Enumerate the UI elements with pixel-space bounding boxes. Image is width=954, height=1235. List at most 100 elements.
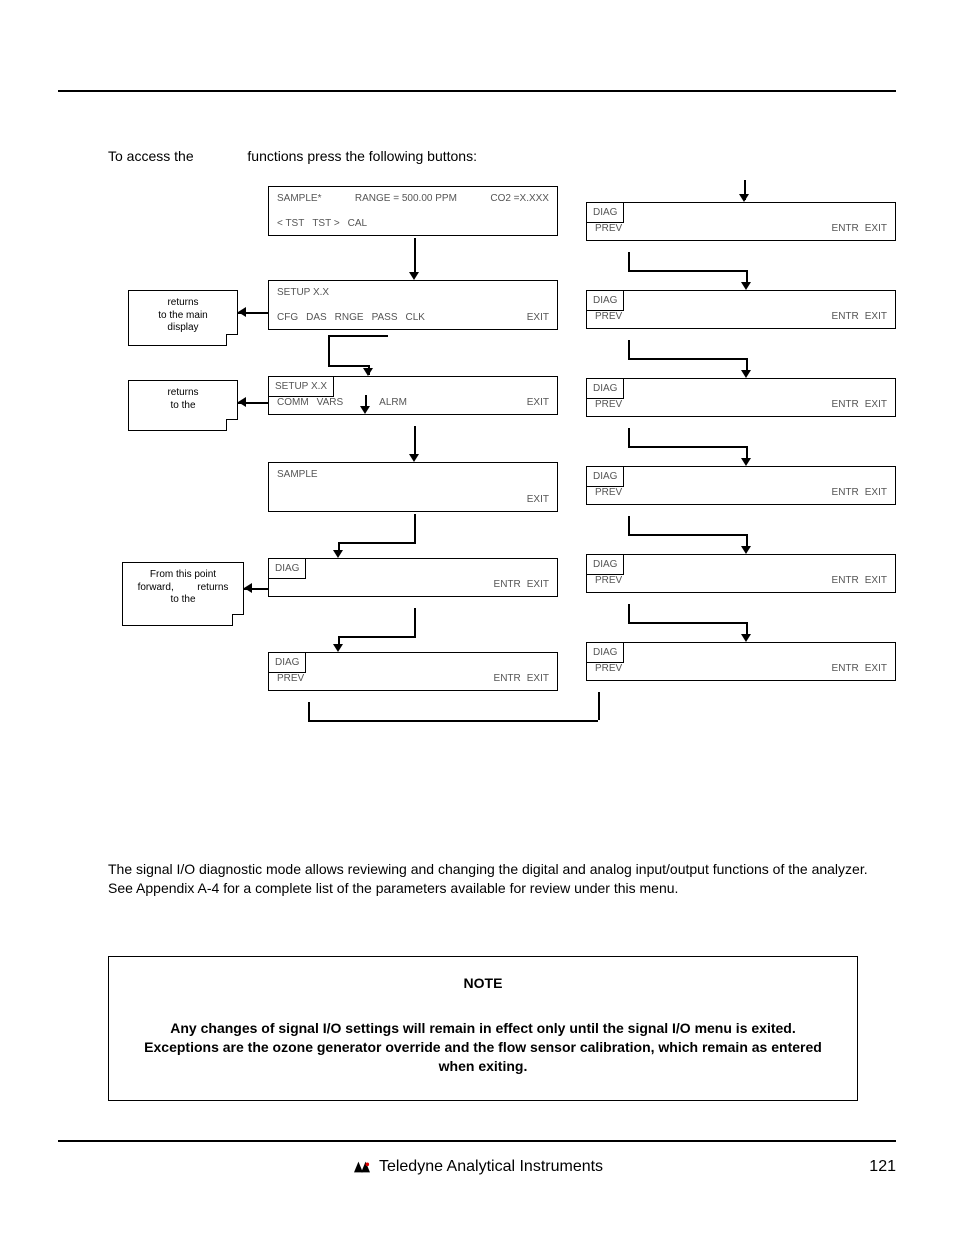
r3-title: DIAG xyxy=(593,383,617,394)
arrow-line xyxy=(628,428,630,446)
callout-from-this-point: From this point forward, returns to the xyxy=(122,562,244,626)
r6-exit: EXIT xyxy=(865,663,887,674)
arrow-line xyxy=(628,340,630,358)
s3-b1: COMM xyxy=(277,397,309,408)
arrow-line xyxy=(628,516,630,534)
arrow-line xyxy=(628,534,748,536)
c3-l2b: returns xyxy=(197,582,228,593)
note-box: NOTE Any changes of signal I/O settings … xyxy=(108,956,858,1101)
s2-exit: EXIT xyxy=(527,312,549,323)
s1-title: SAMPLE* xyxy=(277,193,321,204)
arrow-line xyxy=(628,358,748,360)
r3-entr: ENTR xyxy=(832,399,859,410)
r6-entr: ENTR xyxy=(832,663,859,674)
arrow-down-icon xyxy=(333,550,343,558)
arrow-line xyxy=(414,608,416,638)
arrow-down-icon xyxy=(741,282,751,290)
intro-after: functions press the following buttons: xyxy=(247,148,477,164)
s3-b2: VARS xyxy=(317,397,344,408)
screen-diag-r3: DIAG PREV ENTR EXIT xyxy=(586,378,896,417)
s1-mid: RANGE = 500.00 PPM xyxy=(355,193,457,204)
screen-sample: SAMPLE* RANGE = 500.00 PPM CO2 =X.XXX < … xyxy=(268,186,558,236)
arrow-line xyxy=(628,252,630,270)
intro-text: To access the functions press the follow… xyxy=(108,148,477,164)
arrow-down-icon xyxy=(363,368,373,376)
arrow-down-icon xyxy=(409,272,419,280)
r5-title: DIAG xyxy=(593,559,617,570)
r4-entr: ENTR xyxy=(832,487,859,498)
s2-b3: RNGE xyxy=(335,312,364,323)
screen-diag-r5: DIAG PREV ENTR EXIT xyxy=(586,554,896,593)
c2-l2: to the xyxy=(133,400,233,413)
c3-l2: forward, xyxy=(138,582,174,593)
s3-exit: EXIT xyxy=(527,397,549,408)
r1-entr: ENTR xyxy=(832,223,859,234)
s2-b1: CFG xyxy=(277,312,298,323)
screen-setup-1: SETUP X.X CFG DAS RNGE PASS CLK EXIT xyxy=(268,280,558,330)
s5-title: DIAG xyxy=(275,563,299,574)
c2-l1: returns xyxy=(133,387,233,400)
signal-io-paragraph: The signal I/O diagnostic mode allows re… xyxy=(108,860,894,898)
r5-entr: ENTR xyxy=(832,575,859,586)
s4-exit: EXIT xyxy=(527,494,549,505)
footer: Teledyne Analytical Instruments 121 xyxy=(58,1158,896,1176)
r4-exit: EXIT xyxy=(865,487,887,498)
r1-prev: PREV xyxy=(595,223,622,234)
callout-returns: returns to the xyxy=(128,380,238,431)
screen-diag-r1: DIAG PREV ENTR EXIT xyxy=(586,202,896,241)
arrow-left-icon xyxy=(238,307,246,317)
arrow-down-icon xyxy=(360,406,370,414)
s1-b3: CAL xyxy=(348,218,367,229)
s6-entr: ENTR xyxy=(494,673,521,684)
r2-title: DIAG xyxy=(593,295,617,306)
brand-logo-icon xyxy=(351,1159,373,1175)
r6-title: DIAG xyxy=(593,647,617,658)
arrow-line xyxy=(338,636,416,638)
arrow-down-icon xyxy=(741,370,751,378)
top-rule xyxy=(58,90,896,92)
r1-title: DIAG xyxy=(593,207,617,218)
arrow-down-icon xyxy=(409,454,419,462)
footer-page: 121 xyxy=(869,1158,896,1176)
arrow-line xyxy=(628,622,748,624)
arrow-down-icon xyxy=(333,644,343,652)
s1-b1: < TST xyxy=(277,218,304,229)
s1-right: CO2 =X.XXX xyxy=(490,193,549,204)
s6-exit: EXIT xyxy=(527,673,549,684)
s4-title: SAMPLE xyxy=(277,469,318,480)
arrow-left-icon xyxy=(238,397,246,407)
arrow-line xyxy=(628,604,630,622)
arrow-line xyxy=(328,335,330,365)
arrow-down-icon xyxy=(741,634,751,642)
s2-b4: PASS xyxy=(372,312,398,323)
arrow-line xyxy=(308,720,598,722)
s5-exit: EXIT xyxy=(527,579,549,590)
s6-title: DIAG xyxy=(275,657,299,668)
c3-l1: From this point xyxy=(127,569,239,582)
screen-diag-2: DIAG PREV ENTR EXIT xyxy=(268,652,558,691)
arrow-line xyxy=(414,514,416,544)
r2-prev: PREV xyxy=(595,311,622,322)
arrow-line xyxy=(328,335,388,337)
screen-diag-1: DIAG ENTR EXIT xyxy=(268,558,558,597)
arrow-line xyxy=(598,692,600,720)
c3-l3: to the xyxy=(127,594,239,607)
s3-title: SETUP X.X xyxy=(275,381,327,392)
arrow-left-icon xyxy=(244,583,252,593)
c1-l3: display xyxy=(133,322,233,335)
footer-brand: Teledyne Analytical Instruments xyxy=(379,1158,603,1176)
intro-before: To access the xyxy=(108,148,194,164)
s2-b2: DAS xyxy=(306,312,327,323)
screen-diag-r6: DIAG PREV ENTR EXIT xyxy=(586,642,896,681)
arrow-down-icon xyxy=(741,546,751,554)
arrow-line xyxy=(414,426,416,456)
s5-entr: ENTR xyxy=(494,579,521,590)
screen-setup-2: SETUP X.X COMM VARS ALRM EXIT xyxy=(268,376,558,415)
bottom-rule xyxy=(58,1140,896,1142)
arrow-down-icon xyxy=(741,458,751,466)
r1-exit: EXIT xyxy=(865,223,887,234)
arrow-line xyxy=(308,702,310,722)
r2-entr: ENTR xyxy=(832,311,859,322)
flow-diagram: SAMPLE* RANGE = 500.00 PPM CO2 =X.XXX < … xyxy=(108,180,898,740)
s6-prev: PREV xyxy=(277,673,304,684)
